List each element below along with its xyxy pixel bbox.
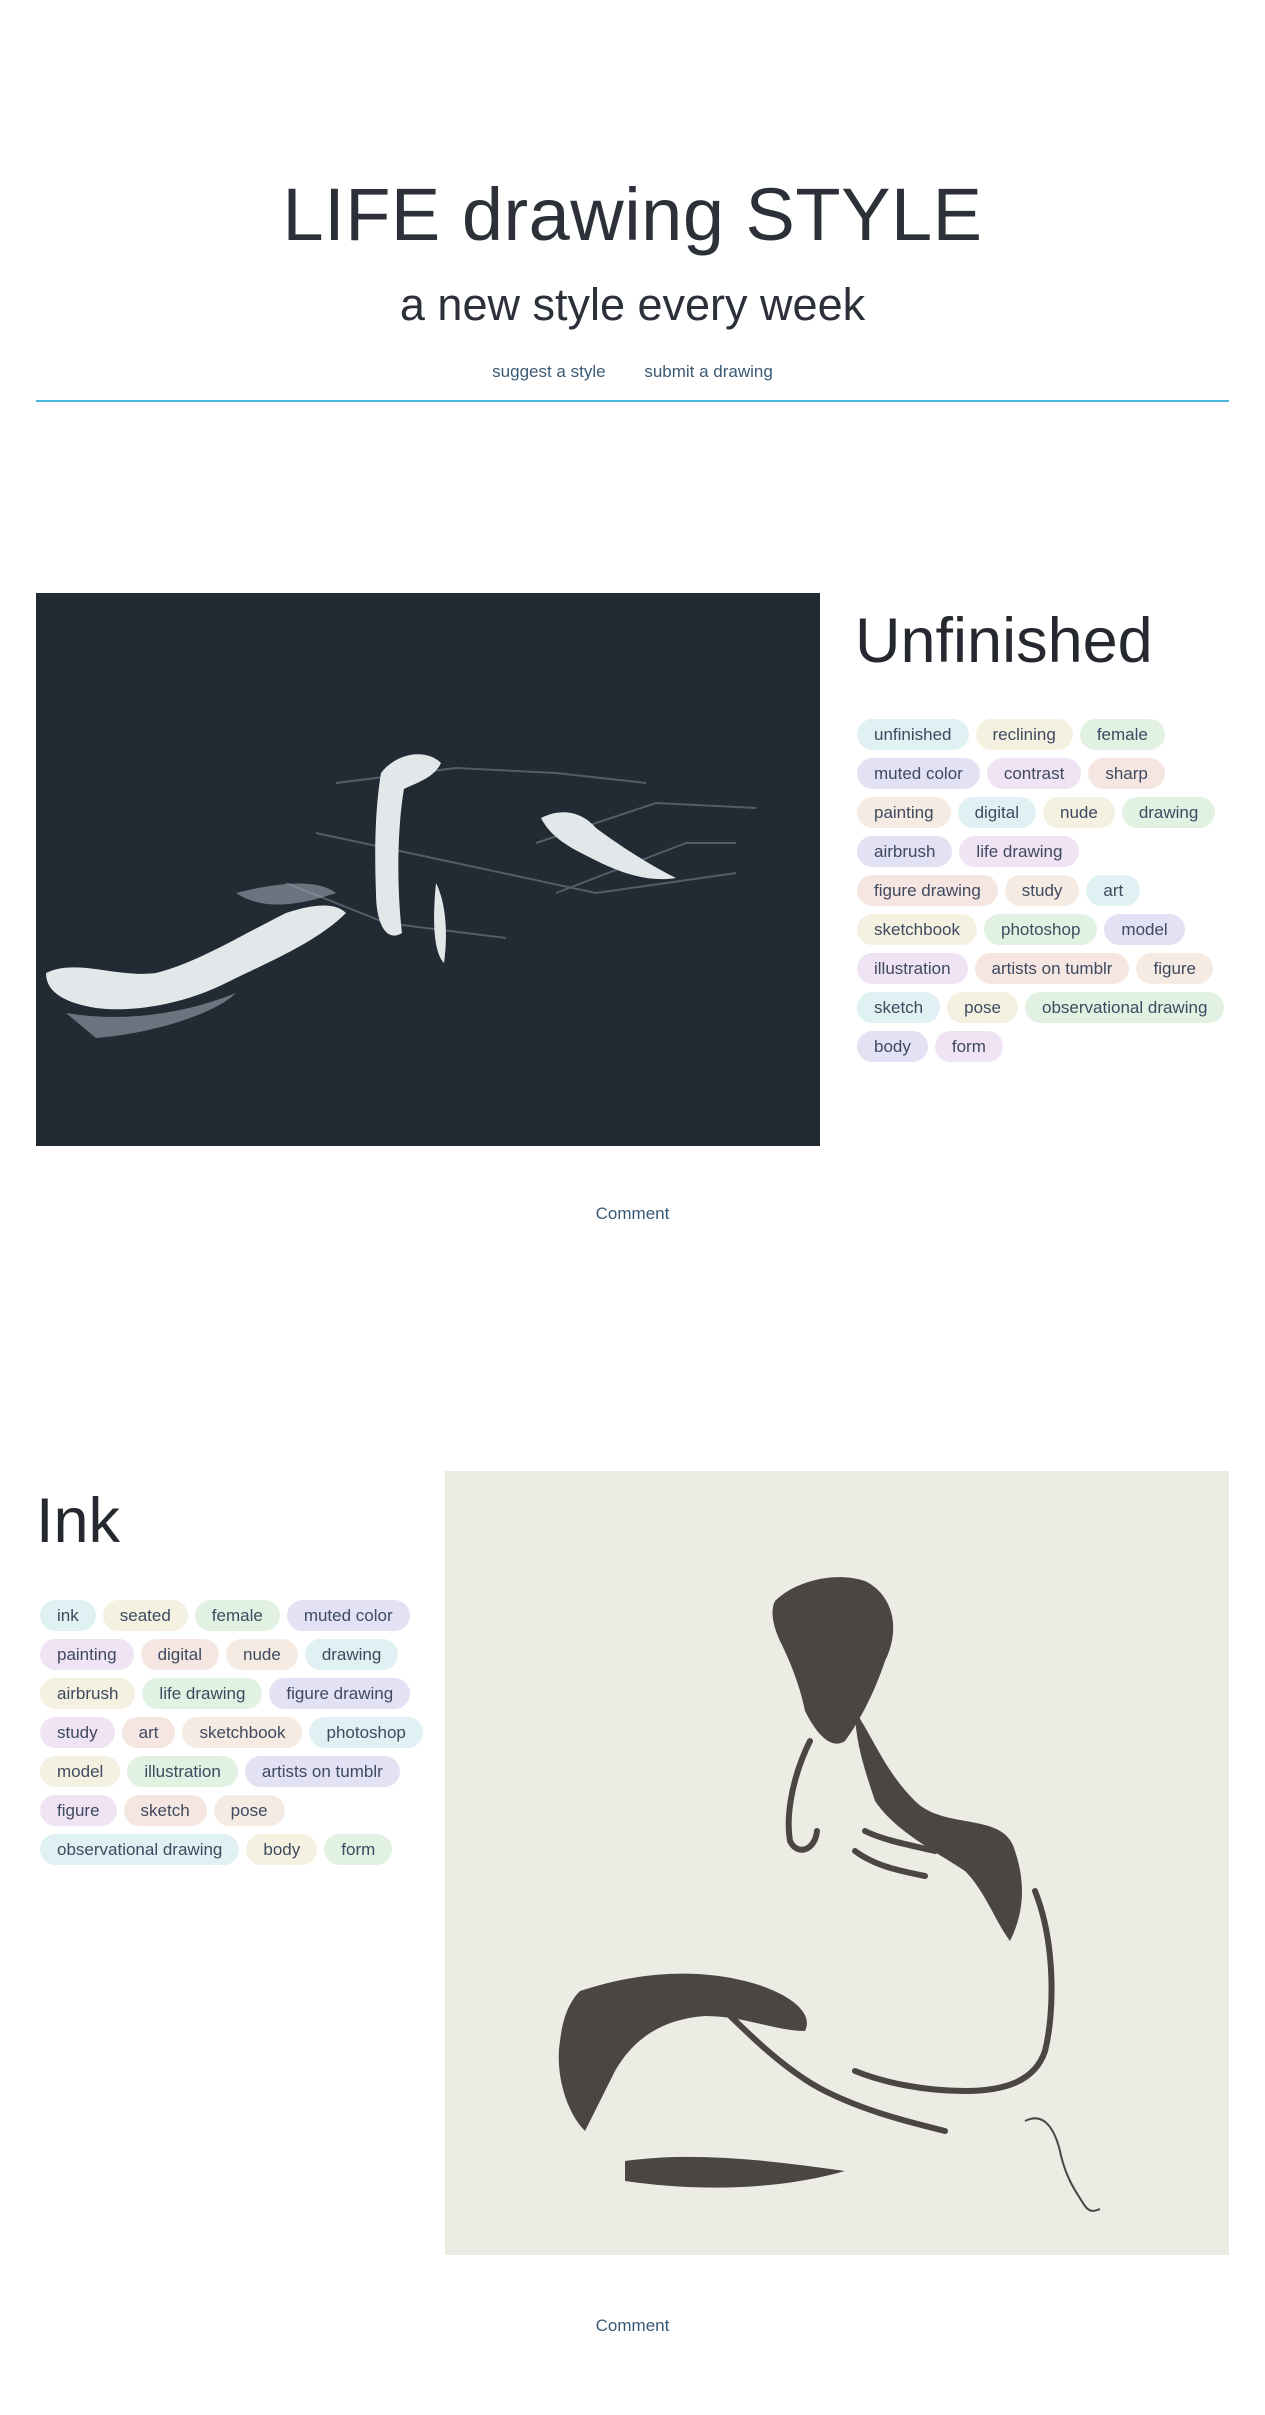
comment-link[interactable]: Comment	[0, 1204, 1265, 1224]
tag-pill[interactable]: art	[121, 1717, 176, 1748]
main-nav: suggest a style submit a drawing	[0, 362, 1265, 382]
tag-pill[interactable]: muted color	[857, 758, 980, 789]
tag-pill[interactable]: seated	[102, 1600, 188, 1631]
tag-pill[interactable]: figure	[40, 1795, 117, 1826]
tag-pill[interactable]: observational drawing	[40, 1834, 240, 1865]
tag-pill[interactable]: sketch	[857, 992, 941, 1023]
post-title[interactable]: Ink	[36, 1490, 120, 1553]
tag-pill[interactable]: female	[1079, 719, 1165, 750]
tag-pill[interactable]: sharp	[1088, 758, 1165, 789]
tag-pill[interactable]: sketchbook	[182, 1717, 303, 1748]
tag-pill[interactable]: contrast	[986, 758, 1082, 789]
tag-pill[interactable]: airbrush	[40, 1678, 136, 1709]
tag-pill[interactable]: form	[934, 1031, 1003, 1062]
tag-pill[interactable]: digital	[140, 1639, 219, 1670]
post-tags: unfinished reclining female muted color cont…	[857, 719, 1227, 1062]
tag-pill[interactable]: study	[40, 1717, 115, 1748]
seated-figure-drawing	[558, 1577, 1101, 2212]
tag-pill[interactable]: muted color	[286, 1600, 410, 1631]
tag-pill[interactable]: figure drawing	[857, 875, 998, 906]
tag-pill[interactable]: ink	[40, 1600, 96, 1631]
tag-pill[interactable]: painting	[857, 797, 951, 828]
tag-pill[interactable]: illustration	[857, 953, 968, 984]
tag-pill[interactable]: illustration	[127, 1756, 238, 1787]
tag-pill[interactable]: unfinished	[857, 719, 969, 750]
post-image[interactable]	[36, 593, 820, 1146]
post-title[interactable]: Unfinished	[855, 610, 1153, 673]
tag-pill[interactable]: pose	[213, 1795, 285, 1826]
tag-pill[interactable]: sketchbook	[857, 914, 977, 945]
tag-pill[interactable]: body	[246, 1834, 318, 1865]
tag-pill[interactable]: painting	[40, 1639, 134, 1670]
tag-pill[interactable]: artists on tumblr	[244, 1756, 400, 1787]
tag-pill[interactable]: life drawing	[959, 836, 1080, 867]
nav-suggest-style[interactable]: suggest a style	[492, 362, 605, 381]
tag-pill[interactable]: art	[1086, 875, 1141, 906]
tag-pill[interactable]: life drawing	[142, 1678, 263, 1709]
tag-pill[interactable]: drawing	[304, 1639, 399, 1670]
tag-pill[interactable]: artists on tumblr	[974, 953, 1130, 984]
tag-pill[interactable]: photoshop	[984, 914, 1098, 945]
post-tags: ink seated female muted color painting digita…	[40, 1600, 440, 1865]
header-divider	[36, 400, 1229, 402]
site-tagline: a new style every week	[399, 279, 866, 330]
nav-submit-drawing[interactable]: submit a drawing	[644, 362, 773, 381]
tag-pill[interactable]: sketch	[123, 1795, 207, 1826]
tag-pill[interactable]: female	[194, 1600, 280, 1631]
tag-pill[interactable]: nude	[225, 1639, 298, 1670]
tag-pill[interactable]: nude	[1042, 797, 1115, 828]
tag-pill[interactable]: model	[40, 1756, 121, 1787]
tag-pill[interactable]: digital	[957, 797, 1036, 828]
tag-pill[interactable]: study	[1004, 875, 1080, 906]
tag-pill[interactable]: body	[857, 1031, 928, 1062]
tag-pill[interactable]: drawing	[1121, 797, 1216, 828]
reclining-figure-drawing	[46, 754, 757, 1038]
tag-pill[interactable]: reclining	[975, 719, 1073, 750]
comment-link[interactable]: Comment	[0, 2316, 1265, 2336]
site-title[interactable]: LIFE drawing STYLE	[0, 178, 1265, 252]
tag-pill[interactable]: pose	[947, 992, 1019, 1023]
tag-pill[interactable]: figure	[1136, 953, 1214, 984]
tag-pill[interactable]: model	[1104, 914, 1185, 945]
post-image[interactable]	[445, 1471, 1229, 2255]
tag-pill[interactable]: figure drawing	[269, 1678, 411, 1709]
tag-pill[interactable]: form	[324, 1834, 393, 1865]
tag-pill[interactable]: photoshop	[309, 1717, 423, 1748]
tag-pill[interactable]: observational drawing	[1025, 992, 1225, 1023]
tag-pill[interactable]: airbrush	[857, 836, 953, 867]
